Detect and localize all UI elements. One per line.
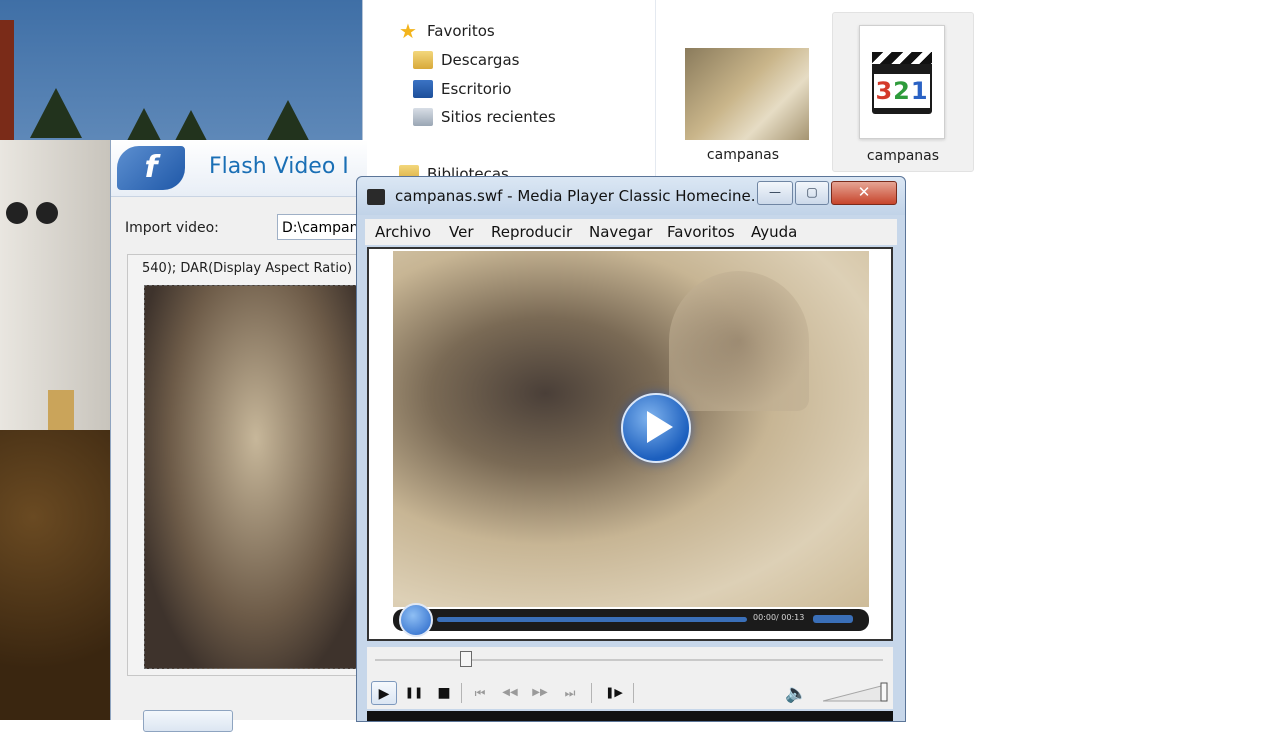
- clapper-stripes: [872, 52, 932, 64]
- lighthouse-top: [0, 20, 14, 150]
- nav-item-label: Escritorio: [441, 80, 512, 98]
- nav-item-label: Favoritos: [427, 22, 495, 40]
- badge-digit: 3: [875, 77, 894, 105]
- frame-step-button[interactable]: ❚▶: [601, 681, 627, 705]
- video-area[interactable]: 00:00/ 00:13: [367, 247, 893, 641]
- rocks: [0, 430, 110, 720]
- clapperboard-icon: 321: [872, 52, 932, 114]
- bell-image: [669, 271, 809, 411]
- flash-time-display: 00:00/ 00:13: [753, 613, 805, 622]
- import-video-label: Import video:: [125, 220, 219, 236]
- seek-track: [375, 659, 883, 661]
- menu-bar: Archivo Ver Reproducir Navegar Favoritos…: [365, 219, 897, 245]
- nav-item-recent[interactable]: Sitios recientes: [413, 104, 556, 130]
- playback-controls: ▶ ❚❚ ■ ⏮ ◀◀ ▶▶ ⏭ ❚▶ 🔈: [367, 677, 893, 709]
- fast-forward-button[interactable]: ▶▶: [527, 681, 553, 705]
- next-button[interactable]: ⏭: [557, 681, 583, 705]
- big-play-button[interactable]: [621, 393, 691, 463]
- rewind-button[interactable]: ◀◀: [497, 681, 523, 705]
- nav-item-favorites[interactable]: ★ Favoritos: [399, 18, 495, 44]
- nav-item-downloads[interactable]: Descargas: [413, 47, 519, 73]
- media-player-classic-file-icon: 321: [859, 25, 945, 139]
- lighthouse-window: [6, 202, 28, 224]
- separator: [461, 683, 462, 703]
- file-label: campanas: [706, 147, 780, 163]
- file-swf[interactable]: 321 campanas: [832, 12, 974, 172]
- window-title: campanas.swf - Media Player Classic Home…: [395, 187, 766, 205]
- menu-archivo[interactable]: Archivo: [375, 219, 431, 245]
- media-player-app-icon: [367, 189, 385, 205]
- media-player-window: campanas.swf - Media Player Classic Home…: [356, 176, 906, 722]
- video-info-group: 540); DAR(Display Aspect Ratio): [127, 254, 369, 676]
- flash-logo-icon: f: [117, 146, 185, 190]
- import-video-path-input[interactable]: D:\campan: [277, 214, 367, 240]
- downloads-folder-icon: [413, 51, 433, 69]
- play-icon: [647, 411, 673, 443]
- flash-progress-track[interactable]: [437, 617, 747, 622]
- flash-control-bar: 00:00/ 00:13: [393, 603, 869, 637]
- previous-button[interactable]: ⏮: [467, 681, 493, 705]
- file-video-thumbnail[interactable]: campanas: [673, 12, 813, 170]
- flash-volume-bar[interactable]: [813, 615, 853, 623]
- minimize-button[interactable]: —: [757, 181, 793, 205]
- volume-thumb: [880, 682, 888, 702]
- maximize-button[interactable]: ▢: [795, 181, 829, 205]
- volume-slider[interactable]: [823, 681, 889, 703]
- menu-ver[interactable]: Ver: [449, 219, 474, 245]
- action-button[interactable]: [143, 710, 233, 732]
- flash-play-button[interactable]: [399, 603, 433, 637]
- video-thumbnail: [685, 48, 809, 140]
- badge-digit: 2: [893, 77, 911, 105]
- file-label: campanas: [866, 148, 940, 164]
- aspect-ratio-info: 540); DAR(Display Aspect Ratio): [142, 261, 352, 276]
- flash-video-window: f Flash Video I Import video: D:\campan …: [110, 140, 369, 732]
- nav-item-desktop[interactable]: Escritorio: [413, 76, 511, 102]
- desktop-icon: [413, 80, 433, 98]
- separator: [591, 683, 592, 703]
- volume-icon[interactable]: 🔈: [785, 683, 807, 704]
- recent-places-icon: [413, 108, 433, 126]
- flash-video-frame[interactable]: [393, 251, 869, 607]
- star-icon: ★: [399, 19, 417, 43]
- pause-button[interactable]: ❚❚: [401, 681, 427, 705]
- menu-navegar[interactable]: Navegar: [589, 219, 652, 245]
- lighthouse: [0, 140, 110, 450]
- app-title: Flash Video I: [209, 154, 349, 179]
- seek-thumb[interactable]: [460, 651, 473, 667]
- stop-button[interactable]: ■: [431, 681, 457, 705]
- nav-item-label: Descargas: [441, 51, 520, 69]
- menu-ayuda[interactable]: Ayuda: [751, 219, 797, 245]
- flash-video-header: f Flash Video I: [111, 140, 367, 197]
- seek-bar[interactable]: [367, 647, 893, 677]
- video-preview: [144, 285, 368, 669]
- title-bar[interactable]: campanas.swf - Media Player Classic Home…: [357, 177, 905, 215]
- lighthouse-window: [36, 202, 58, 224]
- menu-favoritos[interactable]: Favoritos: [667, 219, 735, 245]
- nav-item-label: Sitios recientes: [441, 108, 556, 126]
- close-button[interactable]: ✕: [831, 181, 897, 205]
- file-badge: 321: [874, 74, 930, 108]
- separator: [633, 683, 634, 703]
- menu-reproducir[interactable]: Reproducir: [491, 219, 572, 245]
- badge-digit: 1: [910, 77, 929, 105]
- tree-silhouette: [30, 88, 82, 138]
- play-button[interactable]: ▶: [371, 681, 397, 705]
